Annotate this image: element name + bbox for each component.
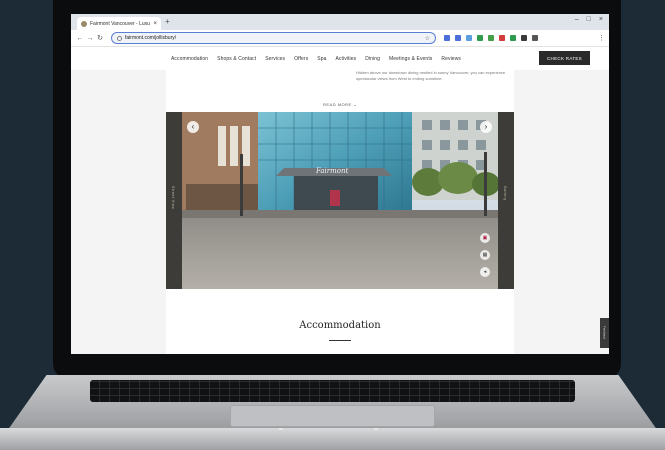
laptop-keyboard xyxy=(90,380,575,402)
street-view-panel[interactable]: Street View xyxy=(166,112,182,289)
extensions-area xyxy=(444,35,538,41)
laptop-foot xyxy=(374,428,378,430)
page-body: Hidden above our downtown dining nestled… xyxy=(71,70,609,354)
address-bar[interactable]: fairmont.com/jollisbury/ ☆ xyxy=(111,32,436,44)
extension-icon[interactable] xyxy=(477,35,483,41)
read-more-label: READ MORE xyxy=(323,102,352,107)
hero-street-view[interactable]: Fairmont Street View Gallery ‹ › ▣ ▦ ◂ xyxy=(166,112,514,289)
hotel-sign-text: Fairmont xyxy=(316,167,349,175)
favicon-icon xyxy=(81,20,87,27)
nav-link-reviews[interactable]: Reviews xyxy=(441,56,461,62)
gallery-panel[interactable]: Gallery xyxy=(498,112,514,289)
reload-button[interactable]: ↻ xyxy=(95,34,105,42)
extension-icon[interactable] xyxy=(521,35,527,41)
street-view-label: Street View xyxy=(171,186,175,210)
extension-icon[interactable] xyxy=(532,35,538,41)
site-nav: Accommodation Shops & Contact Services Offe… xyxy=(171,56,461,62)
bookmark-star-icon[interactable]: ☆ xyxy=(425,35,430,42)
minimize-button[interactable]: – xyxy=(575,16,579,23)
url-text: fairmont.com/jollisbury/ xyxy=(125,35,177,41)
extension-icon[interactable] xyxy=(499,35,505,41)
nav-link-activities[interactable]: Activities xyxy=(336,56,357,62)
title-divider xyxy=(329,340,351,341)
next-arrow-button[interactable]: › xyxy=(480,121,492,133)
extension-icon[interactable] xyxy=(444,35,450,41)
nav-link-meetings-events[interactable]: Meetings & Events xyxy=(389,56,432,62)
laptop-trackpad xyxy=(230,405,435,427)
read-more-link[interactable]: READ MORE ⌄ xyxy=(323,102,357,107)
menu-icon[interactable]: ⋮ xyxy=(598,34,605,42)
close-window-button[interactable]: × xyxy=(599,16,603,23)
nav-link-shops-contact[interactable]: Shops & Contact xyxy=(217,56,256,62)
extension-icon[interactable] xyxy=(466,35,472,41)
check-rates-button[interactable]: CHECK RATES xyxy=(539,51,590,65)
intro-text: Hidden above our downtown dining nestled… xyxy=(356,70,506,81)
nav-link-spa[interactable]: Spa xyxy=(317,56,326,62)
grid-icon[interactable]: ▦ xyxy=(480,250,490,260)
laptop-front-edge xyxy=(0,428,665,450)
photo-icon[interactable]: ▣ xyxy=(480,233,490,243)
site-info-icon[interactable] xyxy=(117,35,122,41)
nav-link-dining[interactable]: Dining xyxy=(365,56,380,62)
forward-button[interactable]: → xyxy=(85,35,95,42)
site-header: Accommodation Shops & Contact Services Offe… xyxy=(71,48,609,70)
extension-icon[interactable] xyxy=(510,35,516,41)
browser-tab-bar: Fairmont Vancouver - Luxur... × + – □ × xyxy=(71,14,609,30)
laptop-screen: Fairmont Vancouver - Luxur... × + – □ × … xyxy=(71,14,609,354)
laptop-foot xyxy=(279,428,283,430)
extension-icon[interactable] xyxy=(455,35,461,41)
window-controls: – □ × xyxy=(575,16,603,23)
share-icon[interactable]: ◂ xyxy=(480,267,490,277)
prev-arrow-button[interactable]: ‹ xyxy=(187,121,199,133)
section-title: Accommodation xyxy=(299,320,381,331)
gallery-label: Gallery xyxy=(503,186,507,201)
nav-link-services[interactable]: Services xyxy=(265,56,285,62)
nav-link-offers[interactable]: Offers xyxy=(294,56,308,62)
tab-title: Fairmont Vancouver - Luxur... xyxy=(90,20,151,27)
feedback-tab[interactable]: Feedback xyxy=(600,318,609,348)
browser-tab[interactable]: Fairmont Vancouver - Luxur... × xyxy=(77,17,161,30)
new-tab-button[interactable]: + xyxy=(165,17,170,26)
close-tab-icon[interactable]: × xyxy=(153,21,157,27)
maximize-button[interactable]: □ xyxy=(587,16,591,23)
browser-toolbar: ← → ↻ fairmont.com/jollisbury/ ☆ ⋮ xyxy=(71,30,609,47)
nav-link-accommodation[interactable]: Accommodation xyxy=(171,56,208,62)
hotel-street-photo xyxy=(166,112,514,289)
back-button[interactable]: ← xyxy=(75,35,85,42)
extension-icon[interactable] xyxy=(488,35,494,41)
